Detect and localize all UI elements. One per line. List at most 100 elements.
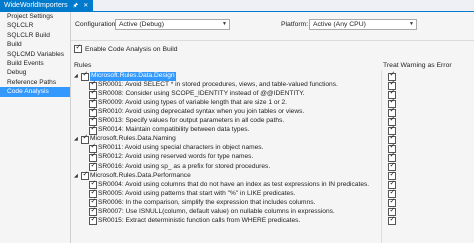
sidebar-item-code-analysis[interactable]: Code Analysis	[0, 87, 70, 97]
rule-label: SR0013: Specify values for output parame…	[98, 117, 285, 125]
checkmark-icon: ✓	[389, 143, 396, 151]
tab-title: WideWorldImporters	[4, 2, 68, 9]
checkmark-icon: ✓	[82, 170, 89, 178]
checkmark-icon: ✓	[389, 161, 396, 169]
rule-row[interactable]: ✓ SR0006: In the comparison, simplify the…	[71, 197, 474, 208]
sidebar-item-sqlclr[interactable]: SQLCLR	[0, 21, 70, 30]
rule-label: SR0006: In the comparison, simplify the …	[98, 198, 316, 206]
configuration-value: Active (Debug)	[119, 21, 164, 28]
sidebar-item-debug[interactable]: Debug	[0, 68, 70, 77]
sidebar-item-sqlclr-build[interactable]: SQLCLR Build	[0, 31, 70, 40]
pin-icon[interactable]: 🖈	[73, 3, 79, 9]
document-tab[interactable]: WideWorldImporters 🖈 ✕	[0, 0, 94, 11]
rule-row[interactable]: ✓ SR0015: Extract deterministic function …	[71, 215, 474, 226]
rule-row[interactable]: ✓ SR0012: Avoid using reserved words for …	[71, 152, 474, 162]
rule-checkbox[interactable]: ✓	[89, 125, 97, 135]
checkmark-icon: ✓	[90, 80, 97, 88]
enable-code-analysis-label: Enable Code Analysis on Build	[85, 45, 178, 53]
rule-group-row[interactable]: ◢ ✓ Microsoft.Rules.Data.Design ✓	[71, 71, 474, 81]
checkmark-icon: ✓	[90, 197, 97, 205]
rule-row[interactable]: ✓ SR0008: Consider using SCOPE_IDENTITY i…	[71, 89, 474, 99]
checkmark-icon: ✓	[389, 98, 396, 106]
checkmark-icon: ✓	[82, 71, 89, 78]
collapse-icon[interactable]: ◢	[74, 172, 78, 181]
checkmark-icon: ✓	[90, 107, 97, 115]
treat-warning-checkbox[interactable]: ✓	[388, 216, 396, 226]
checkmark-icon: ✓	[389, 152, 396, 160]
sidebar-item-build-events[interactable]: Build Events	[0, 59, 70, 68]
rule-label: SR0004: Avoid using columns that do not …	[98, 180, 370, 188]
chevron-down-icon: ▼	[222, 21, 227, 27]
rule-row[interactable]: ✓ SR0016: Avoid using sp_ as a prefix for…	[71, 161, 474, 171]
checkmark-icon: ✓	[90, 152, 97, 160]
rule-group-label: Microsoft.Rules.Data.Performance	[90, 171, 191, 179]
rule-group-row[interactable]: ◢ ✓ Microsoft.Rules.Data.Performance ✓	[71, 170, 474, 181]
rule-label: SR0007: Use ISNULL(column, default value…	[98, 207, 335, 215]
settings-pane: Configuration: Active (Debug) ▼ Platform…	[71, 12, 474, 243]
rule-row[interactable]: ✓ SR0004: Avoid using columns that do not…	[71, 179, 474, 190]
checkmark-icon: ✓	[389, 125, 396, 133]
sidebar-item-reference-paths[interactable]: Reference Paths	[0, 78, 70, 87]
checkmark-icon: ✓	[389, 170, 396, 178]
rule-label: SR0001: Avoid SELECT * in stored procedu…	[98, 81, 338, 89]
rule-checkbox[interactable]: ✓	[89, 215, 97, 226]
checkmark-icon: ✓	[389, 197, 396, 205]
rules-header: Rules Treat Warning as Error	[71, 61, 474, 70]
sidebar-item-project-settings[interactable]: Project Settings	[0, 12, 70, 21]
checkmark-icon: ✓	[90, 116, 97, 124]
checkmark-icon: ✓	[389, 80, 396, 88]
rule-row[interactable]: ✓ SR0013: Specify values for output param…	[71, 116, 474, 126]
sidebar-item-sqlcmd-variables[interactable]: SQLCMD Variables	[0, 50, 70, 59]
rule-group-checkbox[interactable]: ✓	[81, 134, 89, 144]
collapse-icon[interactable]: ◢	[74, 135, 78, 144]
checkmark-icon: ✓	[90, 161, 97, 169]
sidebar: Project Settings SQLCLR SQLCLR Build Bui…	[0, 12, 71, 243]
rule-row[interactable]: ✓ SR0009: Avoid using types of variable l…	[71, 98, 474, 108]
rule-label: SR0005: Avoid using patterns that start …	[98, 189, 296, 197]
rule-row[interactable]: ✓ SR0010: Avoid using deprecated syntax w…	[71, 107, 474, 117]
checkmark-icon: ✓	[90, 206, 97, 214]
checkmark-icon: ✓	[90, 188, 97, 196]
platform-select[interactable]: Active (Any CPU) ▼	[309, 19, 417, 30]
configuration-select[interactable]: Active (Debug) ▼	[115, 19, 230, 30]
enable-code-analysis-row: ✓ Enable Code Analysis on Build	[74, 44, 178, 53]
enable-code-analysis-checkbox[interactable]: ✓	[74, 44, 82, 53]
rule-row[interactable]: ✓ SR0005: Avoid using patterns that start…	[71, 188, 474, 199]
rule-label: SR0015: Extract deterministic function c…	[98, 216, 301, 224]
checkmark-icon: ✓	[90, 98, 97, 106]
rules-grid: ◢ ✓ Microsoft.Rules.Data.Design ✓ ✓ SR0001: A…	[71, 70, 474, 243]
rule-group-row[interactable]: ◢ ✓ Microsoft.Rules.Data.Naming ✓	[71, 134, 474, 144]
close-icon[interactable]: ✕	[83, 3, 88, 9]
divider	[71, 40, 474, 41]
sidebar-item-build[interactable]: Build	[0, 40, 70, 49]
rule-row[interactable]: ✓ SR0007: Use ISNULL(column, default valu…	[71, 206, 474, 217]
rule-row[interactable]: ✓ SR0014: Maintain compatibility between …	[71, 125, 474, 135]
checkmark-icon: ✓	[90, 89, 97, 97]
checkmark-icon: ✓	[389, 179, 396, 187]
checkmark-icon: ✓	[389, 116, 396, 124]
rule-label: SR0008: Consider using SCOPE_IDENTITY in…	[98, 90, 305, 98]
rule-group-checkbox[interactable]: ✓	[81, 71, 89, 81]
rules-column-header: Rules	[74, 62, 92, 69]
checkmark-icon: ✓	[90, 143, 97, 151]
checkmark-icon: ✓	[389, 206, 396, 214]
checkmark-icon: ✓	[90, 215, 97, 223]
checkmark-icon: ✓	[389, 107, 396, 115]
platform-value: Active (Any CPU)	[313, 21, 366, 28]
rule-label: SR0012: Avoid using reserved words for t…	[98, 153, 254, 161]
checkmark-icon: ✓	[90, 125, 97, 133]
treat-warning-column-header: Treat Warning as Error	[383, 62, 452, 69]
checkmark-icon: ✓	[389, 134, 396, 142]
checkmark-icon: ✓	[82, 134, 89, 142]
rule-group-checkbox[interactable]: ✓	[81, 170, 89, 181]
rule-row[interactable]: ✓ SR0011: Avoid using special characters …	[71, 143, 474, 153]
rule-group-label: Microsoft.Rules.Data.Naming	[90, 135, 176, 143]
rule-row[interactable]: ✓ SR0001: Avoid SELECT * in stored proced…	[71, 80, 474, 90]
rule-label: SR0014: Maintain compatibility between d…	[98, 126, 250, 134]
rule-label: SR0011: Avoid using special characters i…	[98, 144, 264, 152]
rule-label: SR0016: Avoid using sp_ as a prefix for …	[98, 162, 271, 170]
platform-label: Platform:	[281, 21, 309, 28]
rule-checkbox[interactable]: ✓	[89, 161, 97, 171]
collapse-icon[interactable]: ◢	[74, 72, 78, 81]
configuration-label: Configuration:	[75, 21, 118, 28]
